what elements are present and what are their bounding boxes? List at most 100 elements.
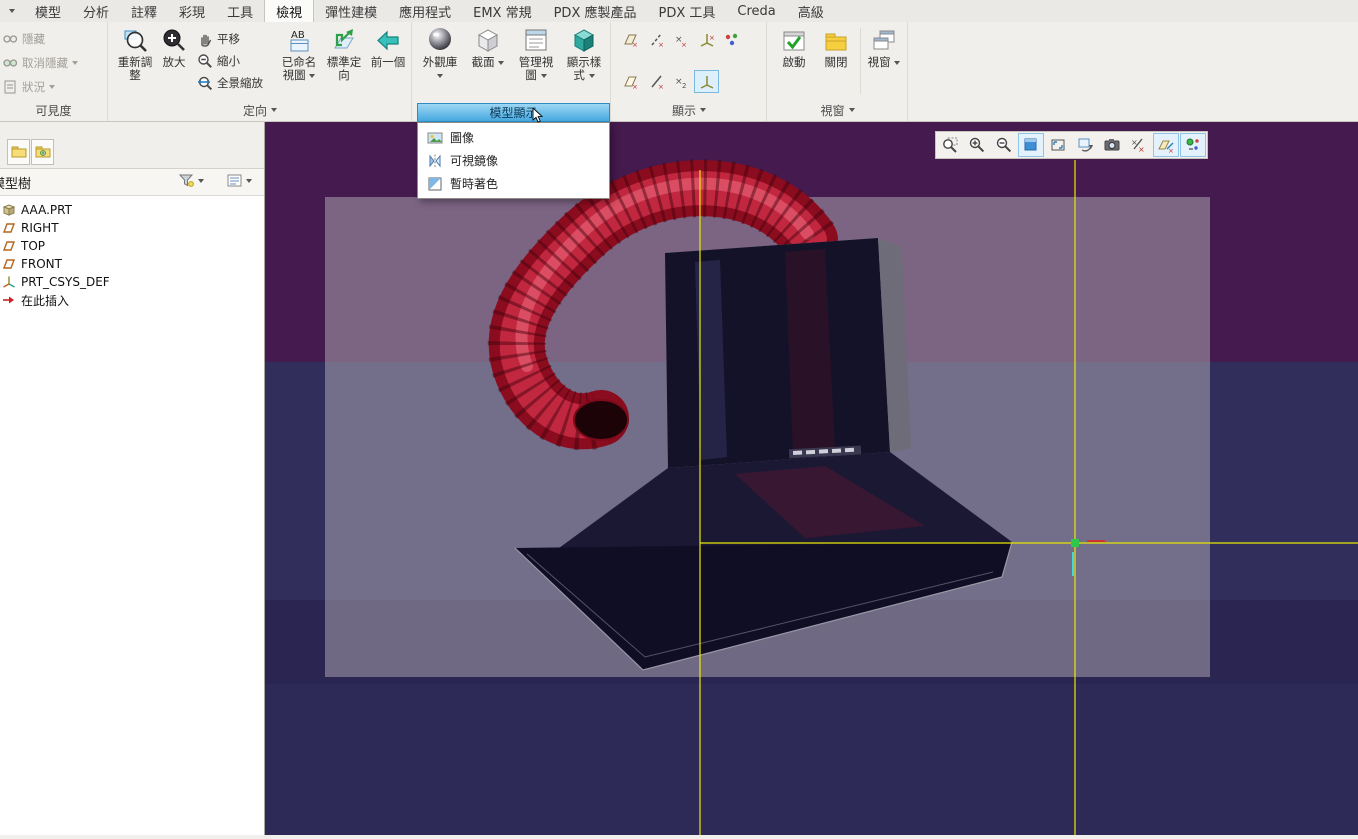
plane-display-toggle[interactable]: × (618, 28, 643, 51)
tree-item-csys[interactable]: PRT_CSYS_DEF (0, 273, 264, 291)
favorites-folder-tab[interactable] (31, 139, 54, 165)
group-visibility: 隱藏 取消隱藏 狀況 可見度 (0, 22, 108, 121)
svg-text:×: × (632, 83, 638, 91)
menu-item-mirror[interactable]: 可視鏡像 (418, 149, 609, 172)
group-orientation: 重新調整 放大 平移 縮小 全景縮放 AB 已命名視圖 標準定向 前一個 定向 (109, 22, 412, 121)
model-display-dropdown-header[interactable]: 模型顯示 (417, 103, 610, 123)
tree-item-part[interactable]: AAA.PRT (0, 201, 264, 219)
tab-annotate[interactable]: 註釋 (120, 0, 168, 22)
tab-pdx-product[interactable]: PDX 應製產品 (543, 0, 648, 22)
annotation-display-icon (725, 33, 737, 45)
csys-display-toggle[interactable]: × (694, 28, 719, 51)
tab-label: 檢視 (276, 5, 303, 21)
repaint-button[interactable] (1018, 133, 1044, 157)
tree-filter-button[interactable] (178, 172, 204, 189)
zoom-out-icon (996, 137, 1012, 153)
reorient-button[interactable] (1072, 133, 1098, 157)
display-filters-button[interactable] (1180, 133, 1206, 157)
standard-orientation-button[interactable]: 標準定向 (322, 24, 366, 98)
tab-model[interactable]: 模型 (24, 0, 72, 22)
hide-button[interactable]: 隱藏 (2, 30, 45, 48)
sections-button[interactable]: 截面 (465, 24, 511, 98)
appearance-gallery-button[interactable]: 外觀庫 (417, 24, 463, 98)
unhide-button[interactable]: 取消隱藏 (2, 54, 78, 72)
3d-model-viewport[interactable] (265, 122, 1358, 835)
activate-button[interactable]: 啟動 (774, 24, 814, 98)
tree-item-label: RIGHT (21, 221, 59, 235)
point-display-toggle[interactable]: × × (669, 28, 694, 51)
previous-arrow-icon (375, 26, 401, 54)
tab-tools[interactable]: 工具 (216, 0, 264, 22)
model-tree: AAA.PRT RIGHT TOP FRONT PRT_CSYS_DEF 在此插… (0, 196, 264, 309)
refit-icon (1051, 139, 1065, 151)
menu-item-temp-shade[interactable]: 暫時著色 (418, 172, 609, 195)
display-style-button[interactable]: 顯示樣式 (561, 24, 607, 98)
chevron-down-icon (9, 9, 15, 13)
zoom-in-button[interactable]: 放大 (155, 24, 193, 98)
graphics-area[interactable] (265, 122, 1358, 835)
appearance-sphere-icon (426, 26, 454, 54)
axis-display-icon: × (650, 33, 663, 49)
axis-display-toggle[interactable]: × (644, 28, 669, 51)
group-label-window[interactable]: 視窗 (768, 100, 907, 120)
pan-button[interactable]: 平移 (197, 30, 240, 48)
axis-tag-display-toggle[interactable]: × (644, 70, 669, 93)
zoom-region-button[interactable] (937, 133, 963, 157)
zoom-in-icon (969, 137, 985, 153)
tab-flexible-modeling[interactable]: 彈性建模 (314, 0, 388, 22)
tree-item-datum-right[interactable]: RIGHT (0, 219, 264, 237)
snapshot-camera-icon (1104, 139, 1120, 151)
svg-text:×: × (709, 34, 715, 42)
annotation-display-toggle[interactable] (719, 28, 744, 51)
tab-applications[interactable]: 應用程式 (388, 0, 462, 22)
tab-analysis[interactable]: 分析 (72, 0, 120, 22)
tree-item-datum-front[interactable]: FRONT (0, 255, 264, 273)
close-window-button[interactable]: 關閉 (816, 24, 856, 98)
saved-views-button[interactable]: × × (1126, 133, 1152, 157)
dropdown-caret-icon (588, 73, 595, 78)
tab-creda[interactable]: Creda (726, 0, 786, 22)
status-button[interactable]: 狀況 (2, 78, 55, 96)
datum-display-filters-button[interactable]: × (1153, 133, 1179, 157)
repaint-icon (1024, 138, 1037, 151)
plane-tag-display-toggle[interactable]: × (618, 70, 643, 93)
zoom-region-icon (943, 137, 958, 153)
tree-item-datum-top[interactable]: TOP (0, 237, 264, 255)
tab-emx-general[interactable]: EMX 常規 (462, 0, 542, 22)
datum-plane-icon (2, 241, 16, 251)
snapshot-button[interactable] (1099, 133, 1125, 157)
csys-tag-display-toggle[interactable] (694, 70, 719, 93)
manage-views-button[interactable]: 管理視圖 (513, 24, 559, 98)
named-views-button[interactable]: AB 已命名視圖 (277, 24, 321, 98)
zoom-in-button-viewport[interactable] (964, 133, 990, 157)
point-tag-display-toggle[interactable]: × 2 (669, 70, 694, 93)
zoom-out-button[interactable]: 縮小 (197, 52, 240, 70)
csys-icon (3, 276, 15, 288)
standard-orientation-icon (331, 26, 357, 54)
dropdown-caret-icon (198, 178, 204, 183)
group-label-show[interactable]: 顯示 (612, 100, 766, 120)
tree-item-insert-here[interactable]: 在此插入 (0, 291, 264, 309)
zoom-out-button-viewport[interactable] (991, 133, 1017, 157)
in-graphics-toolbar: × × × (935, 131, 1208, 159)
model-tree-tab[interactable] (7, 139, 30, 165)
refit-magnifier-icon (122, 26, 148, 54)
tab-view[interactable]: 檢視 (264, 0, 315, 22)
dropdown-caret-icon (246, 178, 252, 183)
folder-star-icon (35, 146, 50, 158)
tab-render[interactable]: 彩現 (168, 0, 216, 22)
tab-label: PDX 應製產品 (553, 5, 637, 21)
group-label-orientation[interactable]: 定向 (109, 100, 411, 120)
tab-label: 工具 (227, 5, 254, 21)
refit-button-viewport[interactable] (1045, 133, 1071, 157)
tab-advanced[interactable]: 高級 (787, 0, 835, 22)
tab-pdx-tools[interactable]: PDX 工具 (647, 0, 726, 22)
menu-item-image[interactable]: 圖像 (418, 126, 609, 149)
previous-view-button[interactable]: 前一個 (366, 24, 410, 98)
quick-access-overflow-caret[interactable] (0, 0, 24, 22)
windows-button[interactable]: 視窗 (864, 24, 904, 98)
tree-settings-button[interactable] (226, 172, 252, 189)
svg-text:×: × (1138, 145, 1145, 154)
refit-button[interactable]: 重新調整 (113, 24, 157, 98)
zoom-all-button[interactable]: 全景縮放 (197, 74, 263, 92)
